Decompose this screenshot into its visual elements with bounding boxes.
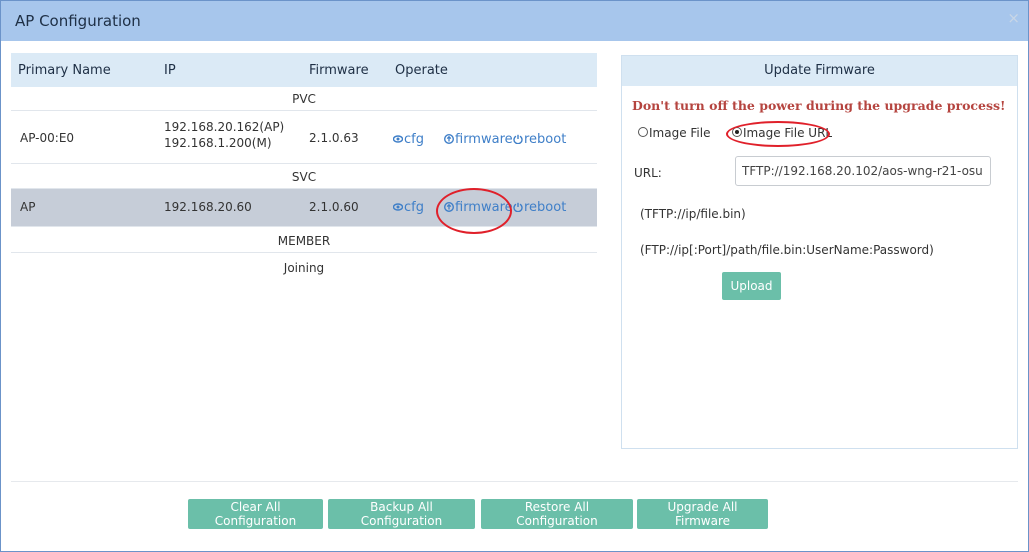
reboot-label: reboot xyxy=(524,200,567,215)
group-label-joining: Joining xyxy=(283,261,325,275)
column-header-ip: IP xyxy=(164,63,176,78)
cfg-label: cfg xyxy=(404,200,424,215)
group-row-member: MEMBER xyxy=(11,228,597,253)
row-ip: 192.168.20.162(AP) 192.168.1.200(M) xyxy=(164,119,284,151)
power-icon xyxy=(513,134,523,144)
cfg-link[interactable]: cfg xyxy=(393,200,424,215)
column-header-operate: Operate xyxy=(395,63,448,78)
row-ip: 192.168.20.60 xyxy=(164,200,252,214)
dialog-title: AP Configuration xyxy=(15,12,141,30)
power-icon xyxy=(513,202,523,212)
ftp-hint: (FTP://ip[:Port]/path/file.bin:UserName:… xyxy=(640,243,934,257)
dialog-titlebar: AP Configuration × xyxy=(1,1,1028,41)
update-firmware-panel: Update Firmware Don't turn off the power… xyxy=(621,55,1018,449)
ap-configuration-dialog: AP Configuration × Primary Name IP Firmw… xyxy=(0,0,1029,552)
radio-image-file-label: Image File xyxy=(649,126,711,140)
reboot-label: reboot xyxy=(524,132,567,147)
firmware-link[interactable]: firmware xyxy=(444,132,513,147)
upload-circle-icon xyxy=(444,134,454,144)
row-firmware: 2.1.0.60 xyxy=(309,200,359,214)
group-row-joining: Joining xyxy=(11,253,597,277)
reboot-link[interactable]: reboot xyxy=(513,200,566,215)
radio-button-icon[interactable] xyxy=(638,127,648,137)
backup-all-configuration-button[interactable]: Backup All Configuration xyxy=(328,499,475,529)
column-header-firmware: Firmware xyxy=(309,63,369,78)
group-label-svc: SVC xyxy=(291,170,317,184)
firmware-link[interactable]: firmware xyxy=(444,200,513,215)
upload-button[interactable]: Upload xyxy=(722,272,781,300)
cfg-link[interactable]: cfg xyxy=(393,132,424,147)
row-primary-name: AP xyxy=(20,200,36,214)
group-row-svc: SVC xyxy=(11,164,597,189)
firmware-label: firmware xyxy=(455,200,513,215)
tftp-hint: (TFTP://ip/file.bin) xyxy=(640,207,746,221)
url-label: URL: xyxy=(634,166,662,180)
radio-image-file[interactable]: Image File xyxy=(638,126,710,140)
upgrade-all-firmware-button[interactable]: Upgrade All Firmware xyxy=(637,499,768,529)
radio-image-file-url[interactable]: Image File URL xyxy=(732,126,832,140)
row-ip-member: 192.168.1.200(M) xyxy=(164,136,272,150)
close-icon[interactable]: × xyxy=(1007,9,1020,27)
radio-button-selected-icon[interactable] xyxy=(732,127,742,137)
table-row-svc[interactable]: AP 192.168.20.60 2.1.0.60 cfg firmware r… xyxy=(11,189,597,227)
footer-divider xyxy=(11,481,1018,482)
group-label-pvc: PVC xyxy=(292,92,316,106)
row-ip-ap: 192.168.20.162(AP) xyxy=(164,120,285,134)
column-header-primary-name: Primary Name xyxy=(18,63,111,78)
upload-circle-icon xyxy=(444,202,454,212)
group-label-member: MEMBER xyxy=(277,234,331,248)
reboot-link[interactable]: reboot xyxy=(513,132,566,147)
eye-icon xyxy=(393,203,403,211)
row-firmware: 2.1.0.63 xyxy=(309,131,359,145)
clear-all-configuration-button[interactable]: Clear All Configuration xyxy=(188,499,323,529)
group-row-pvc: PVC xyxy=(11,88,597,111)
ap-table-header: Primary Name IP Firmware Operate xyxy=(11,53,597,87)
url-input[interactable] xyxy=(735,156,991,186)
eye-icon xyxy=(393,135,403,143)
firmware-label: firmware xyxy=(455,132,513,147)
row-primary-name: AP-00:E0 xyxy=(20,131,75,145)
power-warning: Don't turn off the power during the upgr… xyxy=(632,98,1006,113)
table-row-pvc[interactable]: AP-00:E0 192.168.20.162(AP) 192.168.1.20… xyxy=(11,111,597,164)
restore-all-configuration-button[interactable]: Restore All Configuration xyxy=(481,499,633,529)
radio-image-file-url-label: Image File URL xyxy=(743,126,833,140)
cfg-label: cfg xyxy=(404,132,424,147)
panel-title: Update Firmware xyxy=(622,56,1017,86)
